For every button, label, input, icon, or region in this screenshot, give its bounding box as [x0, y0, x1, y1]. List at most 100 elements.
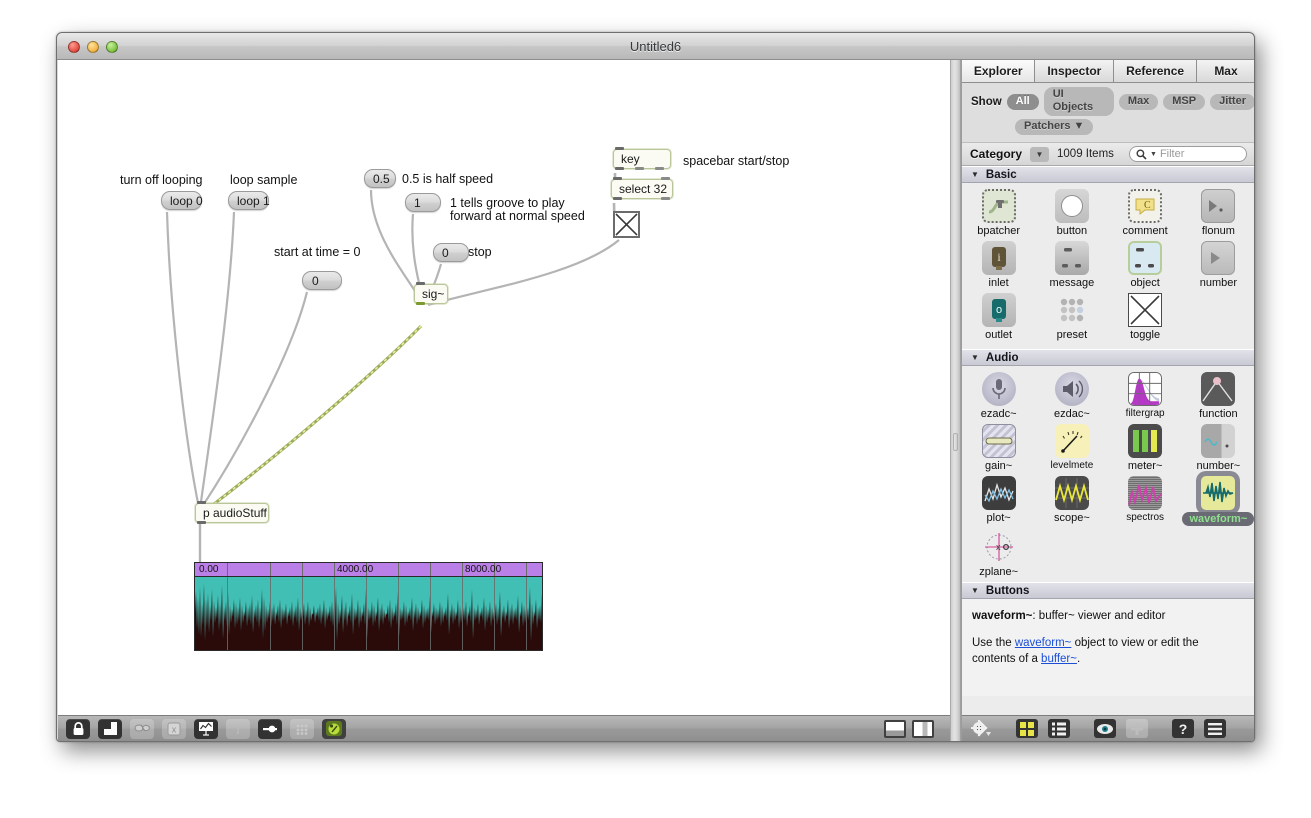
side-pane-icon[interactable] [912, 719, 934, 738]
waveform-display[interactable]: 0.00 4000.00 8000.00 [194, 562, 543, 651]
tab-explorer[interactable]: Explorer [962, 60, 1036, 82]
palette-item-gain[interactable]: gain~ [962, 424, 1035, 472]
palette-item-flonum[interactable]: flonum [1182, 189, 1254, 237]
toggle-object[interactable] [613, 211, 640, 238]
grid-view-icon[interactable] [1016, 719, 1038, 738]
select-outlet-1[interactable] [661, 197, 670, 200]
palette-item-number-tilde[interactable]: number~ [1182, 424, 1254, 472]
object-sig-tilde[interactable]: sig~ [414, 282, 448, 305]
palette-item-preset[interactable]: preset [1035, 293, 1108, 341]
gear-menu-icon[interactable] [970, 719, 992, 738]
show-pill-max[interactable]: Max [1118, 93, 1159, 110]
tab-inspector[interactable]: Inspector [1035, 60, 1115, 82]
window-titlebar[interactable]: Untitled6 [57, 33, 1254, 60]
patcher-toolbar[interactable]: x i [58, 715, 950, 741]
grid-icon[interactable] [290, 718, 314, 739]
show-pill-jitter[interactable]: Jitter [1210, 93, 1254, 110]
filter-input[interactable]: ▼ Filter [1129, 146, 1247, 162]
palette-item-toggle[interactable]: toggle [1109, 293, 1182, 341]
pane-splitter[interactable] [950, 60, 961, 741]
palette-item-function[interactable]: function [1182, 372, 1254, 420]
palette-item-plot[interactable]: plot~ [962, 476, 1035, 526]
comment-half-speed[interactable]: 0.5 is half speed [402, 172, 493, 186]
toggle-view-icon[interactable] [258, 718, 282, 739]
palette-item-outlet[interactable]: o outlet [962, 293, 1035, 341]
group-header-buttons[interactable]: ▼ Buttons [962, 582, 1254, 599]
info-icon[interactable]: i [226, 718, 250, 739]
key-inlet[interactable] [615, 147, 624, 150]
palette-item-comment[interactable]: C comment [1109, 189, 1182, 237]
select-inlet-1[interactable] [661, 177, 670, 180]
group-header-basic[interactable]: ▼ Basic [962, 166, 1254, 183]
palette-item-message[interactable]: message [1035, 241, 1108, 289]
no-edit-icon[interactable]: x [162, 718, 186, 739]
comment-loop-sample[interactable]: loop sample [230, 173, 297, 187]
sig-inlet[interactable] [416, 282, 425, 285]
comment-groove-forward-line2[interactable]: forward at normal speed [450, 209, 585, 223]
audiostuff-inlet[interactable] [197, 501, 206, 504]
disclosure-triangle-icon[interactable]: ▼ [971, 170, 979, 179]
palette-item-bpatcher[interactable]: bpatcher [962, 189, 1035, 237]
tab-reference[interactable]: Reference [1114, 60, 1197, 82]
message-half-speed[interactable]: 0.5 [364, 169, 396, 188]
inspector-icon[interactable] [130, 718, 154, 739]
sidebar-bottom-bar[interactable]: ? [962, 715, 1254, 741]
palette-item-button[interactable]: button [1035, 189, 1108, 237]
message-one[interactable]: 1 [405, 193, 441, 212]
disclosure-triangle-icon-buttons[interactable]: ▼ [971, 586, 979, 595]
waveform-body[interactable] [195, 577, 542, 650]
message-loop-0[interactable]: loop 0 [161, 191, 203, 210]
chevron-down-icon[interactable]: ▼ [1030, 146, 1050, 162]
lock-icon[interactable] [66, 718, 90, 739]
add-icon[interactable] [1126, 719, 1148, 738]
palette-item-ezdac[interactable]: ezdac~ [1035, 372, 1108, 420]
splitter-grip[interactable] [953, 433, 958, 451]
palette-item-zplane[interactable]: x zplane~ [962, 530, 1035, 578]
show-pill-ui-objects[interactable]: UI Objects [1043, 87, 1114, 116]
eye-icon[interactable] [1094, 719, 1116, 738]
select-inlet-0[interactable] [613, 177, 622, 180]
message-loop-1[interactable]: loop 1 [228, 191, 270, 210]
key-outlet-2[interactable] [655, 167, 664, 170]
audio-status-icon[interactable] [322, 718, 346, 739]
link-buffer[interactable]: buffer~ [1041, 653, 1077, 665]
palette-item-scope[interactable]: scope~ [1035, 476, 1108, 526]
menu-icon[interactable] [1204, 719, 1226, 738]
waveform-ruler[interactable]: 0.00 4000.00 8000.00 [195, 563, 542, 577]
show-pill-patchers[interactable]: Patchers ▼ [1015, 119, 1094, 135]
group-header-audio[interactable]: ▼ Audio [962, 349, 1254, 366]
palette-item-filtergraph[interactable]: filtergrap [1109, 372, 1182, 420]
object-p-audiostuff[interactable]: p audioStuff [195, 501, 269, 524]
comment-groove-forward-line1[interactable]: 1 tells groove to play [450, 196, 565, 210]
palette-item-levelmeter[interactable]: levelmete [1035, 424, 1108, 472]
palette-item-inlet[interactable]: i inlet [962, 241, 1035, 289]
object-select-32[interactable]: select 32 [611, 177, 673, 200]
patcher-window-icon[interactable] [194, 718, 218, 739]
message-zero[interactable]: 0 [433, 243, 469, 262]
key-outlet-0[interactable] [615, 167, 624, 170]
sig-signal-outlet[interactable] [416, 302, 425, 305]
patcher-canvas[interactable]: turn off looping loop sample 0.5 is half… [58, 60, 950, 715]
disclosure-triangle-icon-audio[interactable]: ▼ [971, 353, 979, 362]
audiostuff-outlet[interactable] [197, 521, 206, 524]
help-icon[interactable]: ? [1172, 719, 1194, 738]
comment-turn-off-looping[interactable]: turn off looping [120, 173, 202, 187]
comment-start-at-time[interactable]: start at time = 0 [274, 245, 361, 259]
key-outlet-1[interactable] [635, 167, 644, 170]
show-pill-all[interactable]: All [1006, 93, 1039, 110]
search-dropdown-icon[interactable]: ▼ [1150, 151, 1157, 158]
palette-item-meter[interactable]: meter~ [1109, 424, 1182, 472]
select-outlet-0[interactable] [613, 197, 622, 200]
object-key[interactable]: key [613, 147, 671, 170]
bottom-pane-icon[interactable] [884, 719, 906, 738]
tab-max[interactable]: Max [1196, 60, 1254, 82]
presentation-icon[interactable] [98, 718, 122, 739]
palette-item-spectroscope[interactable]: spectros [1109, 476, 1182, 526]
link-waveform[interactable]: waveform~ [1015, 637, 1072, 649]
comment-spacebar-start-stop[interactable]: spacebar start/stop [683, 154, 789, 168]
palette-item-object[interactable]: object [1109, 241, 1182, 289]
number-box-start-time[interactable]: 0 [302, 271, 342, 290]
palette-item-waveform[interactable]: waveform~ [1182, 476, 1254, 526]
comment-stop[interactable]: stop [468, 245, 492, 259]
palette-item-number[interactable]: number [1182, 241, 1254, 289]
